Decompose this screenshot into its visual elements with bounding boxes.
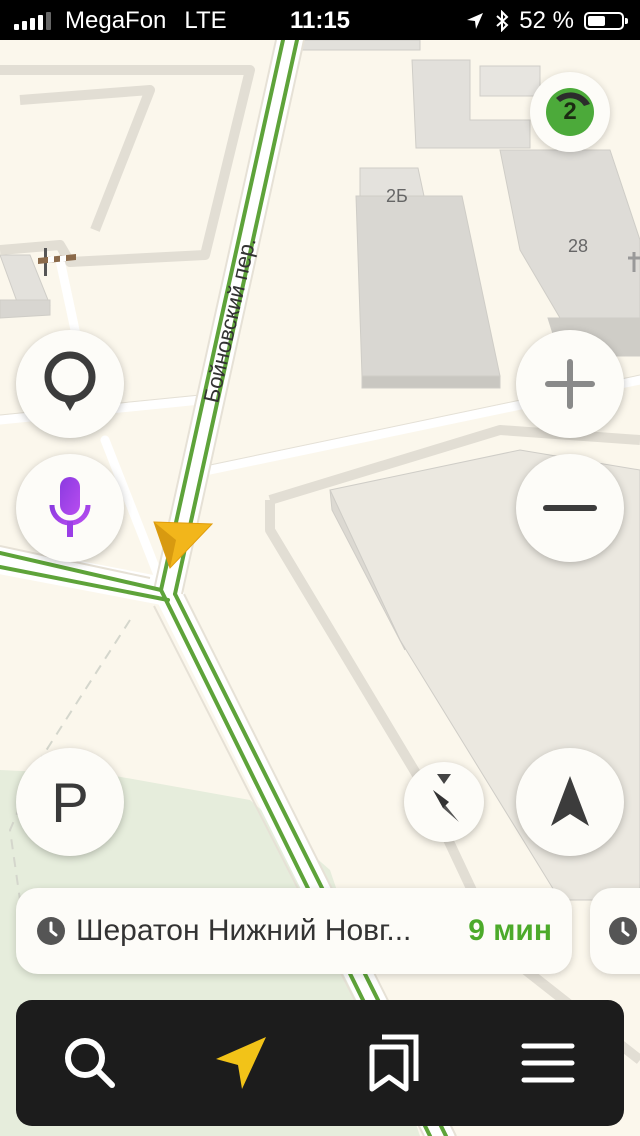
parking-label: P — [51, 770, 89, 834]
zoom-out-button[interactable] — [516, 454, 624, 562]
plus-icon — [545, 359, 595, 409]
menu-icon — [521, 1043, 575, 1083]
zoom-in-button[interactable] — [516, 330, 624, 438]
pin-button[interactable] — [16, 330, 124, 438]
traffic-level-indicator: 2 — [546, 88, 594, 136]
search-button[interactable] — [60, 1033, 120, 1093]
traffic-level-value: 2 — [563, 98, 577, 125]
map-pin-icon — [44, 351, 96, 411]
battery-percent: 52 % — [519, 7, 574, 34]
bluetooth-icon — [496, 10, 509, 32]
route-eta: 9 мин — [468, 914, 552, 947]
clock-icon — [609, 917, 637, 945]
navigator-arrow-icon — [216, 1037, 266, 1089]
bookmarks-button[interactable] — [364, 1033, 424, 1093]
navigator-button[interactable] — [212, 1033, 272, 1093]
minus-icon — [543, 505, 597, 511]
route-suggestion-card-next[interactable] — [590, 888, 640, 974]
microphone-icon — [49, 477, 91, 537]
route-destination: Шератон Нижний Новг... — [76, 914, 412, 947]
menu-button[interactable] — [518, 1033, 578, 1093]
traffic-level-button[interactable]: 2 — [530, 72, 610, 152]
clock-icon — [37, 917, 65, 945]
status-bar: MegaFon LTE 11:15 52 % — [0, 0, 640, 40]
bottom-navigation-bar — [16, 1000, 624, 1126]
compass-icon — [433, 774, 459, 822]
status-right: 52 % — [465, 7, 628, 35]
route-suggestion-card[interactable]: Шератон Нижний Новг... 9 мин — [16, 888, 572, 974]
locate-me-button[interactable] — [516, 748, 624, 856]
bookmarks-icon — [369, 1034, 419, 1092]
navigation-arrow-icon — [551, 776, 589, 826]
search-icon — [65, 1038, 115, 1088]
building-label-2b: 2Б — [386, 186, 408, 206]
compass-button[interactable] — [404, 762, 484, 842]
voice-search-button[interactable] — [16, 454, 124, 562]
location-arrow-icon — [467, 13, 484, 29]
building-label-28: 28 — [568, 236, 588, 256]
battery-icon — [584, 12, 628, 30]
parking-button[interactable]: P — [16, 748, 124, 856]
